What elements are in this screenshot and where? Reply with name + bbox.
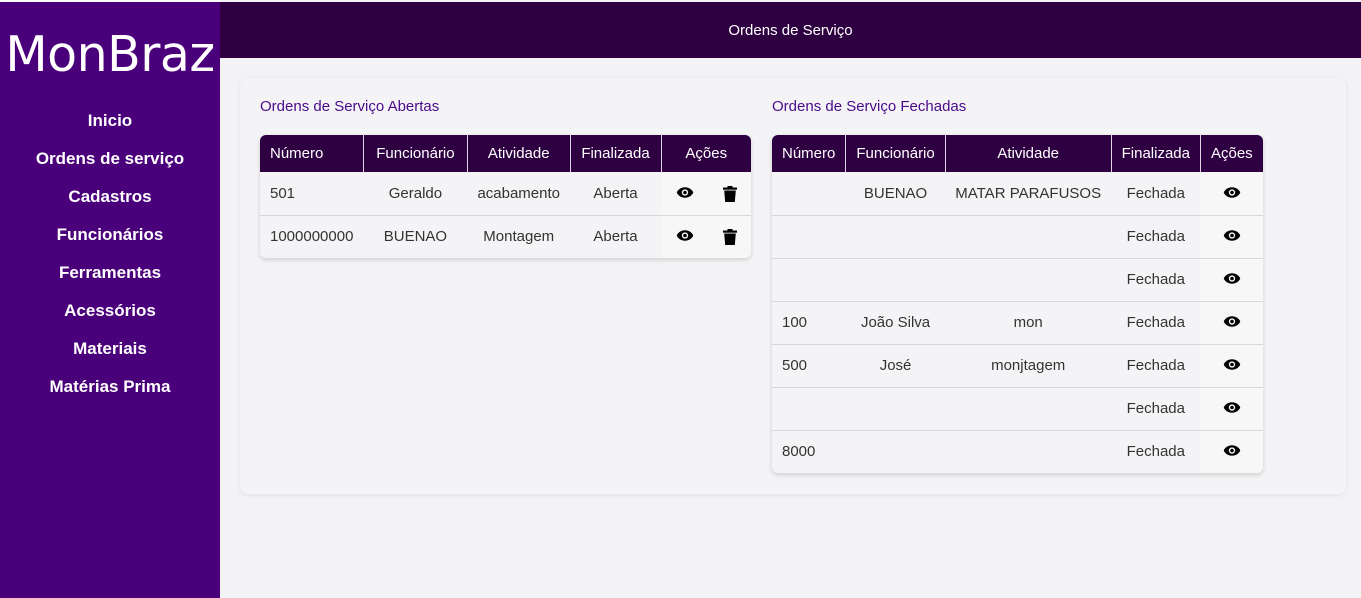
sidebar-item-acessorios[interactable]: Acessórios [0, 301, 220, 339]
funcionario-cell: José [845, 343, 946, 387]
eye-icon[interactable] [1223, 401, 1241, 417]
numero-cell [772, 214, 846, 258]
numero-cell: 500 [772, 343, 846, 387]
table-row: Fechada [772, 386, 1263, 430]
column-header: Funcionário [363, 135, 468, 172]
numero-cell: 1000000000 [260, 214, 364, 258]
atividade-cell [945, 257, 1112, 301]
action-cell [1200, 214, 1263, 258]
closed-orders-table: Número Funcionário Atividade Finalizada … [772, 135, 1263, 473]
action-cell [1200, 429, 1263, 473]
open-orders-table: Número Funcionário Atividade Finalizada … [260, 135, 751, 258]
action-cell [1200, 300, 1263, 344]
column-header: Ações [661, 135, 751, 172]
closed-orders-title: Ordens de Serviço Fechadas [772, 98, 967, 115]
finalizada-cell: Fechada [1111, 214, 1201, 258]
numero-cell: 501 [270, 184, 296, 202]
funcionario-cell: BUENAO [363, 214, 468, 258]
sidebar-item-ordens-de-servico[interactable]: Ordens de serviço [0, 149, 220, 187]
eye-icon[interactable] [1223, 315, 1241, 331]
atividade-cell [945, 214, 1112, 258]
numero-cell [772, 257, 846, 301]
sidebar-item-inicio[interactable]: Inicio [0, 111, 220, 149]
action-cell [1200, 386, 1263, 430]
action-cell [708, 172, 751, 215]
table-row: Fechada [772, 214, 1263, 258]
table-row: Fechada [772, 257, 1263, 301]
table-row: BUENAO MATAR PARAFUSOS Fechada [772, 172, 1263, 215]
table-row: 100 João Silva mon Fechada [772, 300, 1263, 344]
finalizada-cell: Aberta [570, 214, 661, 258]
finalizada-cell: Fechada [1111, 386, 1201, 430]
finalizada-cell: Aberta [593, 184, 638, 202]
trash-icon[interactable] [722, 229, 737, 246]
sidebar-item-materias-prima[interactable]: Matérias Prima [0, 377, 220, 415]
table-header-row: Número Funcionário Atividade Finalizada … [772, 135, 1263, 172]
open-orders-title: Ordens de Serviço Abertas [260, 98, 440, 115]
numero-cell: 100 [772, 300, 846, 344]
column-header: Atividade [945, 135, 1112, 172]
sidebar: MonBraz Inicio Ordens de serviço Cadastr… [0, 0, 220, 598]
app-logo: MonBraz [5, 26, 215, 83]
table-row: 1000000000 BUENAO Montagem Aberta [260, 214, 751, 258]
funcionario-cell [845, 214, 946, 258]
eye-icon[interactable] [1223, 444, 1241, 460]
funcionario-cell: BUENAO [863, 184, 928, 202]
action-cell [708, 214, 751, 258]
funcionario-cell [845, 386, 946, 430]
orders-card: Ordens de Serviço Abertas Número Funcion… [240, 78, 1346, 494]
atividade-cell: Montagem [467, 214, 570, 258]
finalizada-cell: Fechada [1111, 429, 1201, 473]
column-header: Funcionário [845, 135, 946, 172]
atividade-cell [945, 386, 1112, 430]
column-header: Finalizada [1111, 135, 1201, 172]
page-title: Ordens de Serviço [728, 21, 853, 39]
numero-cell: 8000 [772, 429, 846, 473]
column-header: Ações [1200, 135, 1263, 172]
numero-cell [772, 386, 846, 430]
finalizada-cell: Fechada [1111, 300, 1201, 344]
sidebar-item-materiais[interactable]: Materiais [0, 339, 220, 377]
action-cell [1200, 343, 1263, 387]
atividade-cell: mon [945, 300, 1112, 344]
finalizada-cell: Fechada [1111, 343, 1201, 387]
action-cell [1200, 257, 1263, 301]
table-row: 501 Geraldo acabamento Aberta [260, 172, 751, 215]
eye-icon[interactable] [1223, 229, 1241, 245]
table-header-row: Número Funcionário Atividade Finalizada … [260, 135, 751, 172]
sidebar-nav: Inicio Ordens de serviço Cadastros Funci… [0, 111, 220, 415]
column-header: Número [772, 135, 847, 172]
table-row: 500 José monjtagem Fechada [772, 343, 1263, 387]
atividade-cell [945, 429, 1112, 473]
atividade-cell: acabamento [477, 184, 560, 202]
finalizada-cell: Fechada [1111, 257, 1201, 301]
finalizada-cell: Fechada [1126, 184, 1185, 202]
sidebar-item-ferramentas[interactable]: Ferramentas [0, 263, 220, 301]
funcionario-cell [845, 257, 946, 301]
sidebar-item-cadastros[interactable]: Cadastros [0, 187, 220, 225]
atividade-cell: monjtagem [945, 343, 1112, 387]
trash-icon[interactable] [722, 185, 737, 202]
funcionario-cell [845, 429, 946, 473]
atividade-cell: MATAR PARAFUSOS [955, 184, 1102, 202]
column-header: Número [260, 135, 364, 172]
table-row: 8000 Fechada [772, 429, 1263, 473]
top-header: Ordens de Serviço [220, 2, 1361, 58]
sidebar-item-funcionarios[interactable]: Funcionários [0, 225, 220, 263]
funcionario-cell: João Silva [845, 300, 946, 344]
column-header: Atividade [467, 135, 571, 172]
eye-icon[interactable] [1223, 358, 1241, 374]
eye-icon[interactable] [1223, 272, 1241, 288]
numero-cell [772, 172, 846, 215]
eye-icon[interactable] [676, 186, 694, 202]
eye-icon[interactable] [1223, 186, 1241, 202]
column-header: Finalizada [570, 135, 662, 172]
action-cell [661, 172, 709, 215]
eye-icon[interactable] [676, 229, 694, 245]
funcionario-cell: Geraldo [388, 184, 443, 202]
action-cell [661, 214, 709, 258]
action-cell [1200, 172, 1263, 215]
